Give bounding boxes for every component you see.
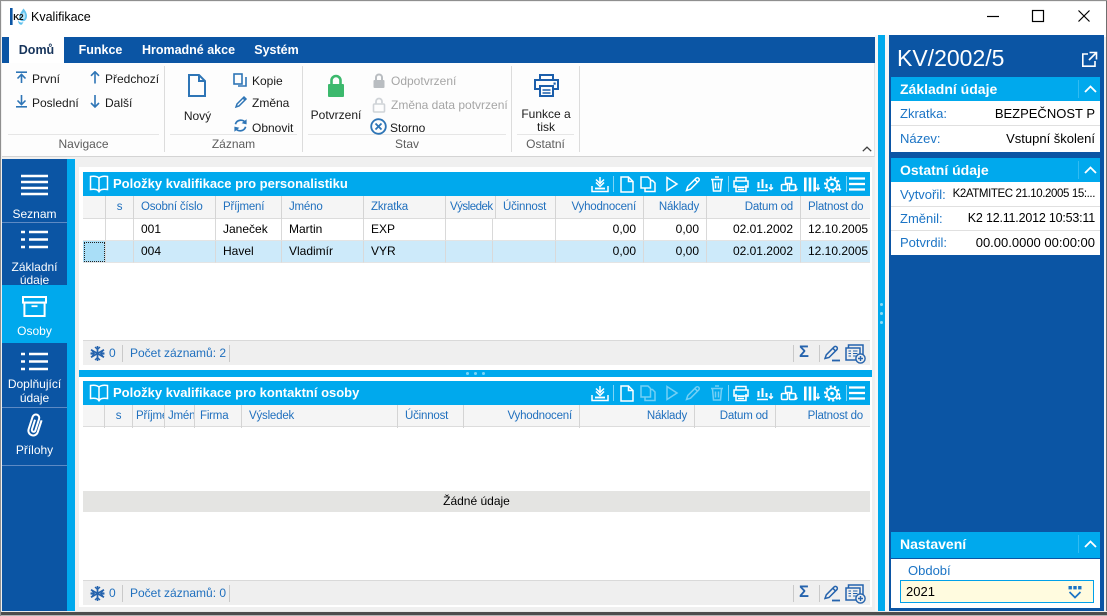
svg-text:K2: K2 xyxy=(13,12,24,22)
